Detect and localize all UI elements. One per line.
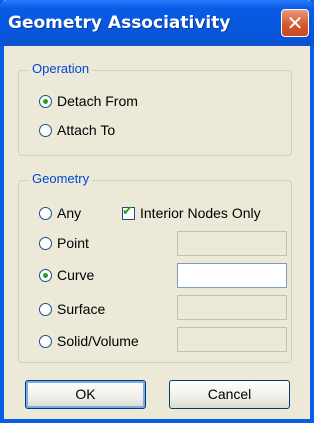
geometry-group: Geometry Any ✔ Interior Nodes Only Point… xyxy=(18,171,292,363)
radio-indicator xyxy=(39,94,52,108)
checkbox-label: Interior Nodes Only xyxy=(140,205,261,221)
radio-indicator xyxy=(39,302,52,316)
radio-point[interactable]: Point xyxy=(39,235,89,251)
checkbox-indicator: ✔ xyxy=(122,203,135,220)
checkmark-icon: ✔ xyxy=(122,203,133,219)
title-bar[interactable]: Geometry Associativity ✕ xyxy=(0,0,314,46)
radio-indicator xyxy=(39,123,52,137)
radio-attach-to[interactable]: Attach To xyxy=(39,122,115,138)
radio-label: Detach From xyxy=(57,93,138,109)
radio-label: Point xyxy=(57,235,89,251)
radio-any[interactable]: Any xyxy=(39,205,81,221)
radio-indicator xyxy=(39,206,52,220)
radio-detach-from[interactable]: Detach From xyxy=(39,93,138,109)
radio-indicator xyxy=(39,236,52,250)
surface-field xyxy=(177,295,287,320)
curve-field[interactable] xyxy=(177,263,287,288)
radio-solid-volume[interactable]: Solid/Volume xyxy=(39,333,139,349)
radio-label: Curve xyxy=(57,267,95,283)
cancel-button[interactable]: Cancel xyxy=(169,380,290,409)
radio-indicator xyxy=(39,268,52,282)
radio-label: Solid/Volume xyxy=(57,333,139,349)
operation-group: Operation Detach From Attach To xyxy=(18,61,292,156)
point-field xyxy=(177,231,287,256)
geometry-group-label: Geometry xyxy=(29,171,93,186)
interior-nodes-only-checkbox[interactable]: ✔ Interior Nodes Only xyxy=(122,203,261,221)
radio-surface[interactable]: Surface xyxy=(39,301,105,317)
radio-label: Any xyxy=(57,205,82,221)
radio-indicator xyxy=(39,334,52,348)
radio-label: Attach To xyxy=(57,122,116,138)
ok-button[interactable]: OK xyxy=(25,380,146,409)
window-title: Geometry Associativity xyxy=(8,13,231,33)
dialog-window: Geometry Associativity ✕ Operation Detac… xyxy=(0,0,314,423)
close-button[interactable]: ✕ xyxy=(281,9,309,37)
solid-volume-field xyxy=(177,327,287,352)
operation-group-label: Operation xyxy=(29,61,93,76)
radio-label: Surface xyxy=(57,301,106,317)
radio-curve[interactable]: Curve xyxy=(39,267,94,283)
close-icon: ✕ xyxy=(286,11,304,35)
